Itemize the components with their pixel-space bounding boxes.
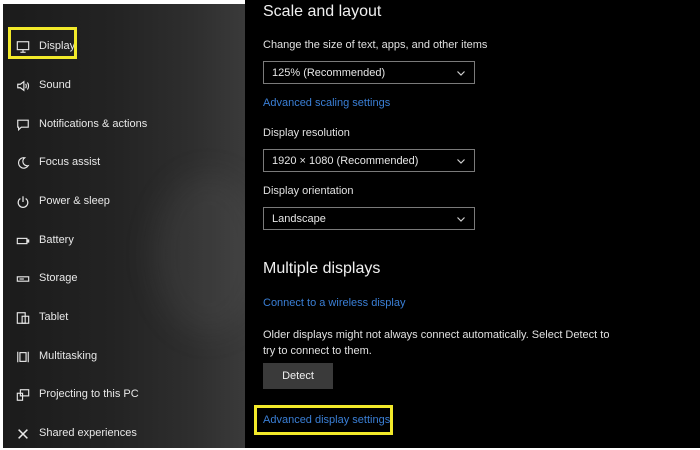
shared-icon bbox=[15, 426, 31, 442]
sidebar-item-label: Display bbox=[39, 40, 76, 52]
battery-icon bbox=[15, 233, 31, 249]
sidebar-item-label: Focus assist bbox=[39, 156, 101, 168]
advanced-scaling-link[interactable]: Advanced scaling settings bbox=[263, 97, 390, 109]
chevron-down-icon bbox=[457, 71, 465, 76]
scale-layout-heading: Scale and layout bbox=[263, 3, 382, 20]
moon-icon bbox=[15, 155, 31, 171]
chevron-down-icon bbox=[457, 159, 465, 164]
detect-description: Older displays might not always connect … bbox=[263, 329, 610, 357]
storage-icon bbox=[15, 271, 31, 287]
speaker-icon bbox=[15, 78, 31, 94]
sidebar-item-label: Multitasking bbox=[39, 350, 98, 362]
wireless-display-link[interactable]: Connect to a wireless display bbox=[263, 297, 405, 309]
scale-dropdown-value: 125% (Recommended) bbox=[272, 66, 386, 79]
sidebar-item-power-sleep[interactable]: Power & sleep bbox=[3, 186, 245, 218]
settings-window: Display Sound Notifications & actions Fo… bbox=[0, 0, 700, 450]
sidebar-item-label: Battery bbox=[39, 234, 74, 246]
sidebar-item-storage[interactable]: Storage bbox=[3, 263, 245, 295]
message-icon bbox=[15, 117, 31, 133]
sidebar-item-tablet[interactable]: Tablet bbox=[3, 302, 245, 334]
sidebar-item-focus-assist[interactable]: Focus assist bbox=[3, 147, 245, 179]
advanced-display-link[interactable]: Advanced display settings bbox=[263, 414, 390, 426]
sidebar-item-label: Projecting to this PC bbox=[39, 388, 139, 400]
sidebar-item-label: Storage bbox=[39, 272, 78, 284]
sidebar-item-label: Tablet bbox=[39, 311, 69, 323]
scale-dropdown[interactable]: 125% (Recommended) bbox=[263, 61, 475, 84]
sidebar-item-label: Power & sleep bbox=[39, 195, 110, 207]
sidebar-item-label: Notifications & actions bbox=[39, 118, 148, 130]
sidebar-item-notifications[interactable]: Notifications & actions bbox=[3, 109, 245, 141]
monitor-icon bbox=[15, 39, 31, 55]
main-content: Scale and layout Change the size of text… bbox=[245, 0, 700, 448]
projecting-icon bbox=[15, 387, 31, 403]
power-icon bbox=[15, 194, 31, 210]
sidebar-item-sound[interactable]: Sound bbox=[3, 70, 245, 102]
orientation-label: Display orientation bbox=[263, 185, 354, 197]
sidebar-item-multitasking[interactable]: Multitasking bbox=[3, 341, 245, 373]
sidebar-item-label: Sound bbox=[39, 79, 71, 91]
sidebar-item-display[interactable]: Display bbox=[3, 31, 245, 63]
sidebar: Display Sound Notifications & actions Fo… bbox=[3, 4, 245, 448]
resolution-dropdown[interactable]: 1920 × 1080 (Recommended) bbox=[263, 149, 475, 172]
multiple-displays-heading: Multiple displays bbox=[263, 260, 381, 277]
sidebar-item-label: Shared experiences bbox=[39, 427, 137, 439]
orientation-dropdown-value: Landscape bbox=[272, 212, 326, 225]
detect-button[interactable]: Detect bbox=[263, 363, 333, 389]
resolution-label: Display resolution bbox=[263, 127, 350, 139]
sidebar-item-projecting[interactable]: Projecting to this PC bbox=[3, 379, 245, 411]
sidebar-item-battery[interactable]: Battery bbox=[3, 225, 245, 257]
chevron-down-icon bbox=[457, 217, 465, 222]
resolution-dropdown-value: 1920 × 1080 (Recommended) bbox=[272, 154, 419, 167]
sidebar-item-shared-experiences[interactable]: Shared experiences bbox=[3, 418, 245, 448]
size-label: Change the size of text, apps, and other… bbox=[263, 39, 488, 51]
multitasking-icon bbox=[15, 349, 31, 365]
tablet-icon bbox=[15, 310, 31, 326]
orientation-dropdown[interactable]: Landscape bbox=[263, 207, 475, 230]
